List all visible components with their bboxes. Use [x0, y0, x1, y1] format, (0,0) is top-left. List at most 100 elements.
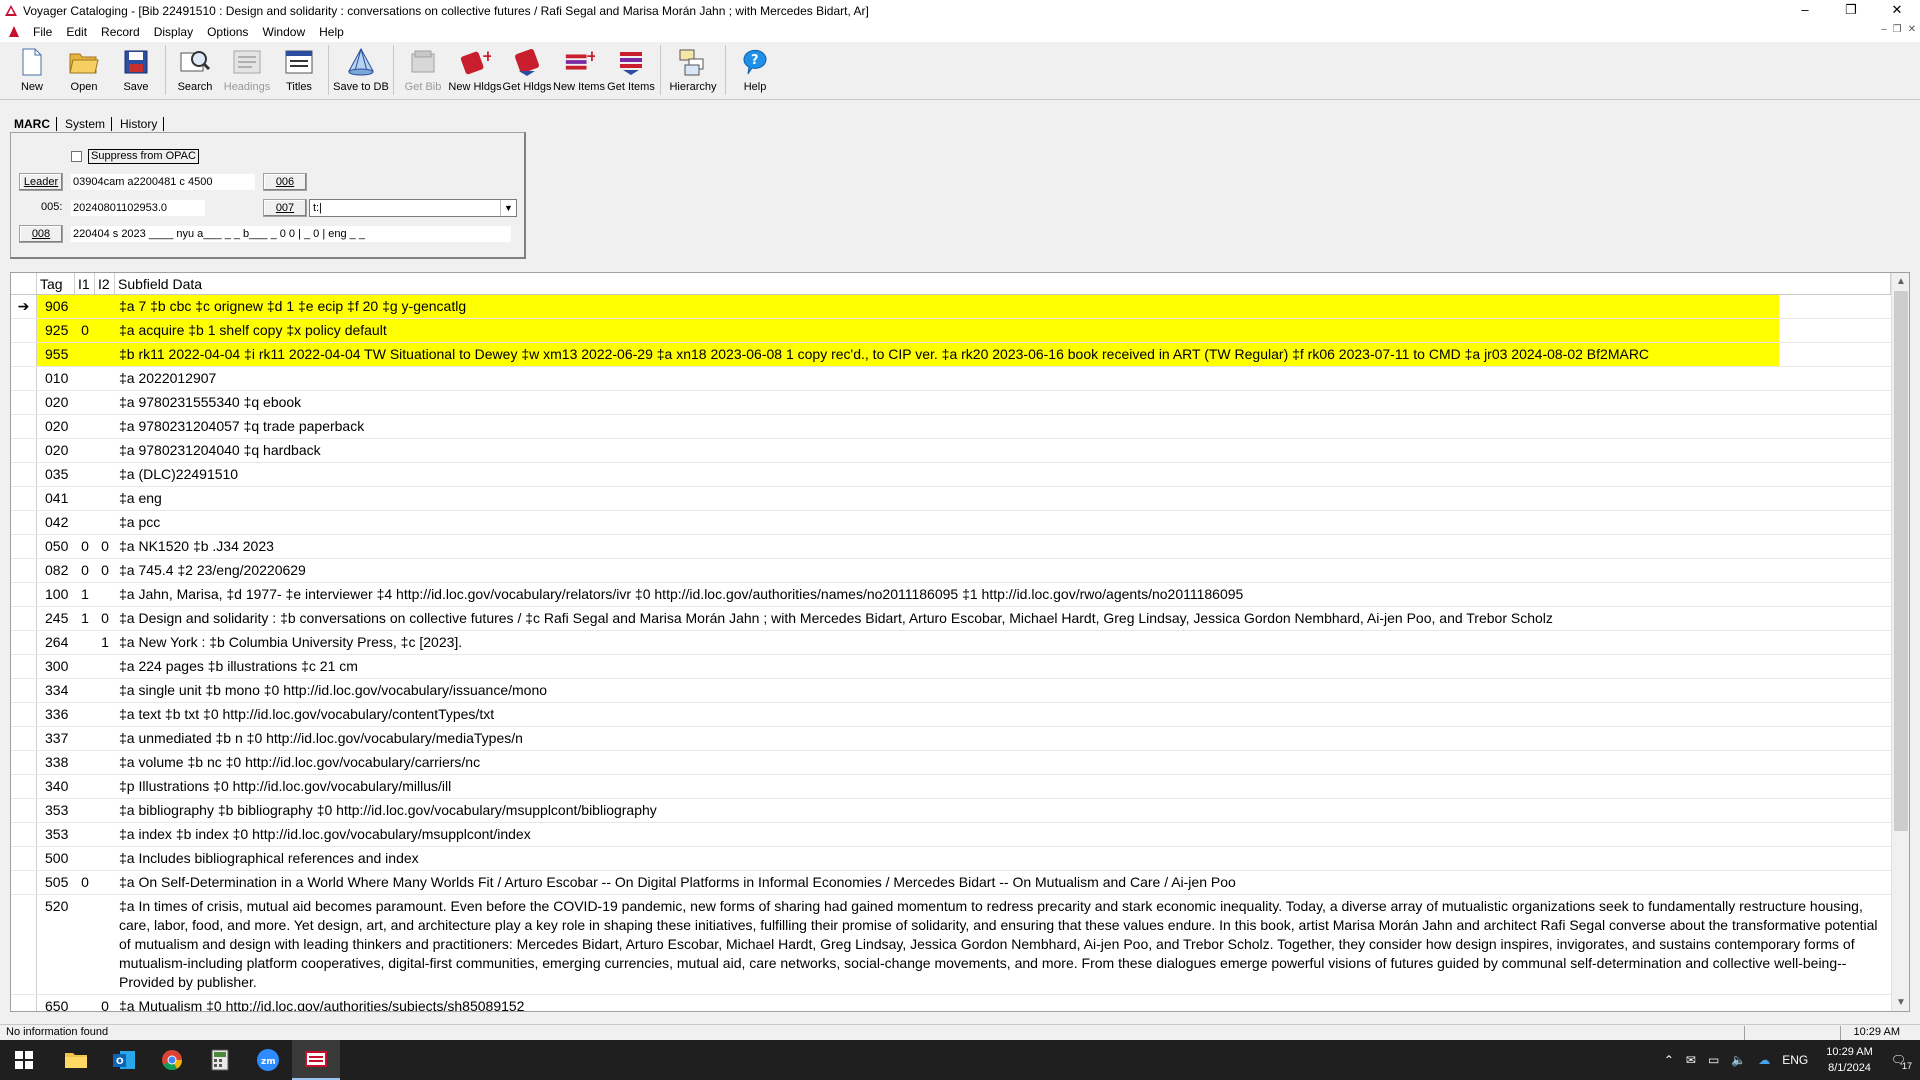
chevron-up-icon[interactable]: ⌃	[1664, 1053, 1674, 1067]
indicator-1[interactable]	[75, 655, 95, 678]
marc-field-row[interactable]: 520 ‡a In times of crisis, mutual aid bec…	[11, 895, 1891, 995]
field-tag[interactable]: 353	[37, 799, 75, 822]
indicator-1[interactable]	[75, 487, 95, 510]
marc-field-row[interactable]: 340 ‡p Illustrations ‡0 http://id.loc.gov…	[11, 775, 1891, 799]
subfield-data[interactable]: ‡a 9780231555340 ‡q ebook	[115, 391, 1891, 414]
i1-column-header[interactable]: I1	[75, 273, 95, 294]
indicator-2[interactable]	[95, 775, 115, 798]
subfield-data[interactable]: ‡a 224 pages ‡b illustrations ‡c 21 cm	[115, 655, 1891, 678]
tab-marc[interactable]: MARC	[12, 117, 57, 131]
maximize-button[interactable]: ❐	[1828, 0, 1874, 22]
indicator-2[interactable]	[95, 823, 115, 846]
field-tag[interactable]: 340	[37, 775, 75, 798]
save-button[interactable]: Save	[110, 42, 162, 98]
subfield-data[interactable]: ‡a 7 ‡b cbc ‡c orignew ‡d 1 ‡e ecip ‡f 2…	[115, 295, 1779, 318]
subfield-data[interactable]: ‡a 2022012907	[115, 367, 1891, 390]
field-tag[interactable]: 300	[37, 655, 75, 678]
indicator-2[interactable]	[95, 391, 115, 414]
indicator-2[interactable]	[95, 847, 115, 870]
field-008-button[interactable]: 008	[19, 225, 63, 243]
indicator-2[interactable]	[95, 871, 115, 894]
menu-record[interactable]: Record	[94, 25, 147, 39]
suppress-from-opac-checkbox[interactable]: Suppress from OPAC	[71, 149, 199, 164]
marc-field-row[interactable]: 245 1 0 ‡a Design and solidarity : ‡b conve…	[11, 607, 1891, 631]
subfield-data[interactable]: ‡a (DLC)22491510	[115, 463, 1891, 486]
indicator-2[interactable]	[95, 463, 115, 486]
subfield-data[interactable]: ‡a Design and solidarity : ‡b conversati…	[115, 607, 1891, 630]
indicator-2[interactable]: 1	[95, 631, 115, 654]
subfield-data[interactable]: ‡a text ‡b txt ‡0 http://id.loc.gov/voca…	[115, 703, 1891, 726]
indicator-2[interactable]	[95, 319, 115, 342]
indicator-1[interactable]	[75, 847, 95, 870]
field-tag[interactable]: 020	[37, 439, 75, 462]
indicator-1[interactable]: 1	[75, 607, 95, 630]
marc-field-row[interactable]: 353 ‡a bibliography ‡b bibliography ‡0 ht…	[11, 799, 1891, 823]
network-icon[interactable]: ▭	[1708, 1053, 1719, 1067]
mdi-restore-button[interactable]: ❐	[1893, 24, 1902, 35]
field-tag[interactable]: 082	[37, 559, 75, 582]
indicator-1[interactable]	[75, 367, 95, 390]
indicator-2[interactable]	[95, 703, 115, 726]
get-bib-button[interactable]: Get Bib	[397, 42, 449, 98]
field-tag[interactable]: 955	[37, 343, 75, 366]
scroll-up-icon[interactable]: ▲	[1892, 273, 1909, 290]
indicator-1[interactable]: 0	[75, 559, 95, 582]
subfield-data[interactable]: ‡a pcc	[115, 511, 1891, 534]
tag-column-header[interactable]: Tag	[37, 273, 75, 294]
field-tag[interactable]: 353	[37, 823, 75, 846]
indicator-1[interactable]	[75, 895, 95, 994]
subfield-data[interactable]: ‡a single unit ‡b mono ‡0 http://id.loc.…	[115, 679, 1891, 702]
field-tag[interactable]: 650	[37, 995, 75, 1011]
indicator-1[interactable]	[75, 343, 95, 366]
indicator-2[interactable]: 0	[95, 607, 115, 630]
scroll-thumb[interactable]	[1894, 291, 1908, 831]
marc-field-row[interactable]: 020 ‡a 9780231204057 ‡q trade paperback	[11, 415, 1891, 439]
indicator-2[interactable]	[95, 679, 115, 702]
indicator-2[interactable]	[95, 439, 115, 462]
menu-edit[interactable]: Edit	[59, 25, 94, 39]
menu-file[interactable]: File	[26, 25, 59, 39]
field-tag[interactable]: 035	[37, 463, 75, 486]
subfield-data[interactable]: ‡a Includes bibliographical references a…	[115, 847, 1891, 870]
marc-field-row[interactable]: 050 0 0 ‡a NK1520 ‡b .J34 2023	[11, 535, 1891, 559]
marc-field-row[interactable]: 300 ‡a 224 pages ‡b illustrations ‡c 21 c…	[11, 655, 1891, 679]
save-to-db-button[interactable]: Save to DB	[332, 42, 390, 98]
subfield-data[interactable]: ‡a NK1520 ‡b .J34 2023	[115, 535, 1891, 558]
marc-field-row[interactable]: 010 ‡a 2022012907	[11, 367, 1891, 391]
subfield-data[interactable]: ‡p Illustrations ‡0 http://id.loc.gov/vo…	[115, 775, 1891, 798]
clock[interactable]: 10:29 AM 8/1/2024	[1826, 1044, 1872, 1076]
indicator-1[interactable]	[75, 391, 95, 414]
marc-field-row[interactable]: 336 ‡a text ‡b txt ‡0 http://id.loc.gov/v…	[11, 703, 1891, 727]
field-006-button[interactable]: 006	[263, 173, 307, 191]
marc-field-row[interactable]: 334 ‡a single unit ‡b mono ‡0 http://id.l…	[11, 679, 1891, 703]
subfield-data[interactable]: ‡a On Self-Determination in a World Wher…	[115, 871, 1891, 894]
chrome-icon[interactable]	[148, 1040, 196, 1080]
marc-field-row[interactable]: 082 0 0 ‡a 745.4 ‡2 23/eng/20220629	[11, 559, 1891, 583]
marc-field-row[interactable]: 100 1 ‡a Jahn, Marisa, ‡d 1977- ‡e intervi…	[11, 583, 1891, 607]
subfield-data[interactable]: ‡a unmediated ‡b n ‡0 http://id.loc.gov/…	[115, 727, 1891, 750]
indicator-1[interactable]	[75, 511, 95, 534]
search-button[interactable]: Search	[169, 42, 221, 98]
indicator-1[interactable]: 0	[75, 871, 95, 894]
field-tag[interactable]: 505	[37, 871, 75, 894]
start-icon[interactable]	[0, 1040, 48, 1080]
subfield-data[interactable]: ‡a 9780231204057 ‡q trade paperback	[115, 415, 1891, 438]
indicator-2[interactable]	[95, 367, 115, 390]
titles-button[interactable]: Titles	[273, 42, 325, 98]
indicator-1[interactable]: 0	[75, 319, 95, 342]
field-tag[interactable]: 010	[37, 367, 75, 390]
subfield-data[interactable]: ‡a Mutualism ‡0 http://id.loc.gov/author…	[115, 995, 1891, 1011]
marc-field-row[interactable]: 925 0 ‡a acquire ‡b 1 shelf copy ‡x policy…	[11, 319, 1891, 343]
outlook-icon[interactable]: O	[100, 1040, 148, 1080]
subfield-data[interactable]: ‡a Jahn, Marisa, ‡d 1977- ‡e interviewer…	[115, 583, 1891, 606]
marc-field-row[interactable]: 500 ‡a Includes bibliographical reference…	[11, 847, 1891, 871]
indicator-1[interactable]	[75, 439, 95, 462]
indicator-2[interactable]: 0	[95, 535, 115, 558]
field-tag[interactable]: 520	[37, 895, 75, 994]
field-tag[interactable]: 050	[37, 535, 75, 558]
new-holdings-button[interactable]: + New Hldgs	[448, 42, 501, 98]
indicator-2[interactable]	[95, 655, 115, 678]
indicator-1[interactable]: 1	[75, 583, 95, 606]
field-tag[interactable]: 264	[37, 631, 75, 654]
marc-field-row[interactable]: 020 ‡a 9780231555340 ‡q ebook	[11, 391, 1891, 415]
